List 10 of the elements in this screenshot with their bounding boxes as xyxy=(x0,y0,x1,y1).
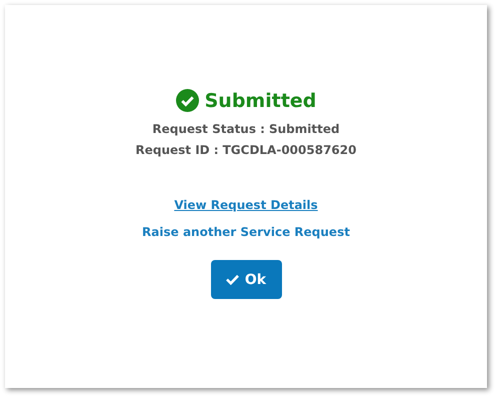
detail-value: Submitted xyxy=(268,122,340,136)
ok-button[interactable]: Ok xyxy=(210,260,282,299)
check-icon xyxy=(226,274,239,285)
detail-label: Request ID : xyxy=(136,143,219,157)
detail-value: TGCDLA-000587620 xyxy=(222,143,356,157)
link[interactable]: Raise another Service Request xyxy=(142,225,350,239)
check-circle-icon xyxy=(176,89,199,112)
link[interactable]: View Request Details xyxy=(174,198,318,212)
detail-label: Request Status : xyxy=(152,122,265,136)
status-title: Submitted xyxy=(204,90,316,112)
